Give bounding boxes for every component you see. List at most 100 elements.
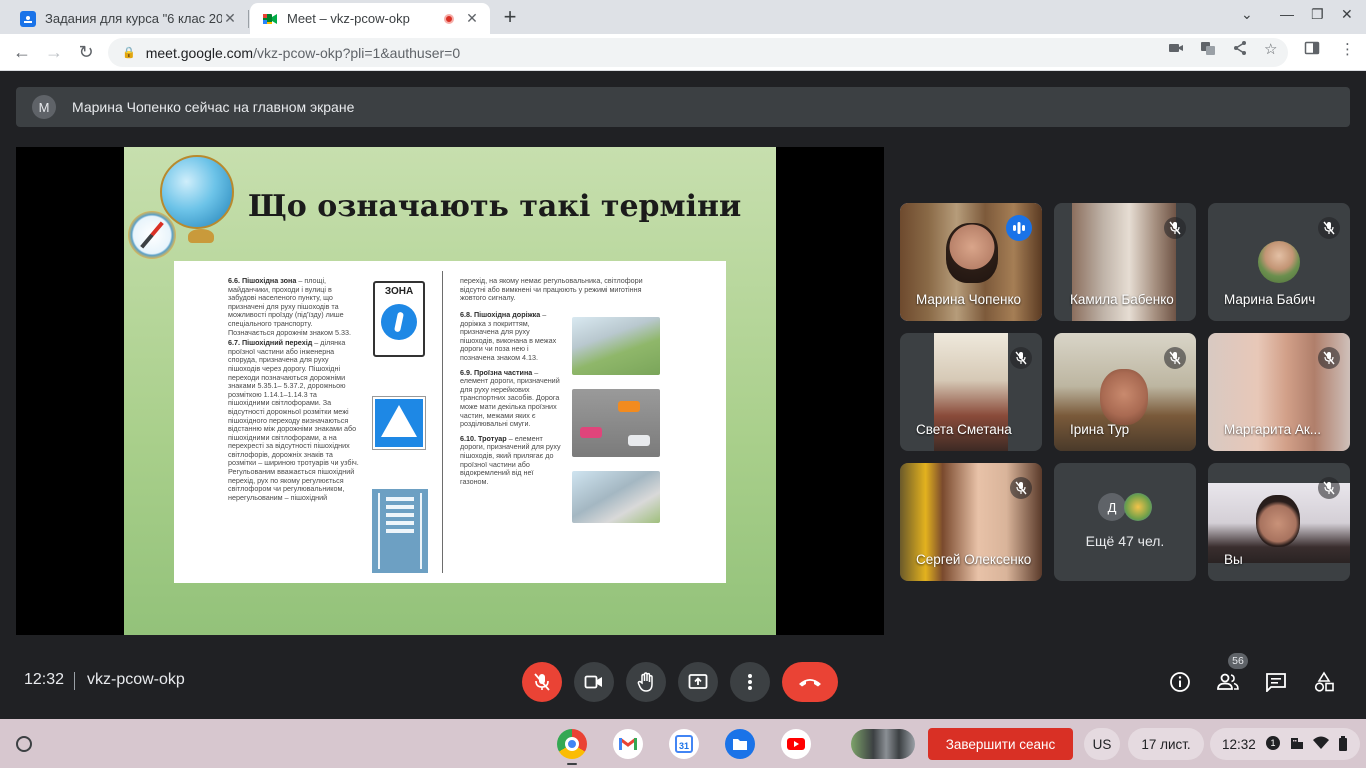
definition-text: – площі, майданчики, проходи і вулиці в … (228, 276, 351, 337)
raise-hand-button[interactable] (626, 662, 666, 702)
enterprise-icon (1290, 736, 1304, 750)
end-session-button[interactable]: Завершити сеанс (928, 728, 1073, 760)
close-tab-icon[interactable]: ✕ (464, 10, 480, 27)
more-options-button[interactable] (730, 662, 770, 702)
lock-icon[interactable]: 🔒 (122, 46, 136, 59)
participant-tile[interactable]: Марина Чопенко (900, 203, 1042, 321)
tab-search-icon[interactable]: ⌄ (1241, 6, 1253, 23)
definition: 6.10. Тротуар – елемент дороги, призначе… (460, 434, 562, 487)
sign-label: ЗОНА (384, 286, 414, 297)
wifi-icon (1313, 736, 1329, 750)
definition-text: перехід, на якому немає регульовальника,… (460, 276, 643, 303)
right-intro: перехід, на якому немає регульовальника,… (460, 276, 668, 305)
avatar (1124, 493, 1152, 521)
bookmark-star-icon[interactable]: ☆ (1264, 40, 1277, 58)
zebra-crossing-image (372, 489, 428, 573)
keyboard-layout[interactable]: US (1084, 728, 1120, 760)
restore-icon[interactable]: ❐ (1311, 6, 1324, 23)
participant-tile[interactable]: Света Сметана (900, 333, 1042, 451)
slide: Що означають такі терміни 6.6. Пішохідна… (124, 147, 776, 635)
participant-tile[interactable]: Вы (1208, 463, 1350, 581)
textbook-page: 6.6. Пішохідна зона – площі, майданчики,… (174, 261, 726, 583)
definition-text: – доріжка з покриттям, призначена для ру… (460, 310, 557, 362)
mic-off-icon (534, 673, 550, 691)
calendar-icon[interactable]: 31 (669, 729, 699, 759)
definition: 6.6. Пішохідна зона – площі, майданчики,… (228, 276, 360, 337)
meeting-time: 12:32 (24, 671, 65, 688)
participant-name: Сергей Олексенко (916, 552, 1032, 567)
participant-tile[interactable]: Сергей Олексенко (900, 463, 1042, 581)
camera-icon (584, 675, 602, 689)
gmail-icon[interactable] (613, 729, 643, 759)
activities-icon (1314, 671, 1334, 692)
present-screen-button[interactable] (678, 662, 718, 702)
pedestrian-icon (381, 304, 417, 340)
participant-tile[interactable]: Марина Бабич (1208, 203, 1350, 321)
definition: 6.7. Пішохідний перехід – ділянка проїзн… (228, 338, 360, 502)
participant-face (1100, 369, 1148, 425)
leave-call-button[interactable] (782, 662, 838, 702)
files-icon[interactable] (725, 729, 755, 759)
crossing-triangle (381, 405, 417, 437)
svg-text:31: 31 (679, 741, 689, 751)
address-bar[interactable]: 🔒 meet.google.com /vkz-pcow-okp?pli=1&au… (108, 38, 1288, 67)
definition-text: – елемент дороги, призначений для руху н… (460, 367, 560, 429)
translate-icon[interactable] (1200, 40, 1216, 60)
pedestrian-crossing-sign (372, 396, 426, 450)
tab-classroom[interactable]: Задания для курса "6 клас 202 ✕ (8, 3, 248, 34)
minimize-icon[interactable]: — (1280, 6, 1294, 22)
meeting-details-button[interactable] (1165, 667, 1195, 697)
active-app-indicator (567, 763, 577, 765)
definition-text: – ділянка проїзної частини або інженерна… (228, 338, 359, 502)
slide-title: Що означають такі терміни (248, 189, 742, 224)
url-path: /vkz-pcow-okp?pli=1&authuser=0 (253, 44, 461, 61)
open-windows-stack[interactable] (851, 729, 915, 759)
chat-button[interactable] (1261, 667, 1291, 697)
date-display[interactable]: 17 лист. (1128, 728, 1204, 760)
youtube-icon[interactable] (781, 729, 811, 759)
muted-mic-icon (1010, 347, 1032, 369)
footpath-illustration (572, 317, 660, 375)
more-participants-tile[interactable]: Д Ещё 47 чел. (1054, 463, 1196, 581)
back-icon[interactable]: ← (10, 40, 34, 64)
participant-count-badge: 56 (1228, 653, 1248, 669)
tab-title: Meet – vkz-pcow-okp (287, 11, 410, 26)
presentation-view[interactable]: Що означають такі терміни 6.6. Пішохідна… (16, 147, 884, 635)
forward-icon[interactable]: → (42, 40, 66, 64)
muted-mic-icon (1164, 347, 1186, 369)
avatar: M (32, 95, 56, 119)
participant-name: Маргарита Ак... (1224, 422, 1322, 437)
tab-meet[interactable]: Meet – vkz-pcow-okp ✕ (250, 3, 490, 34)
camera-in-use-icon[interactable] (1168, 40, 1184, 60)
camera-toggle-button[interactable] (574, 662, 614, 702)
chrome-icon[interactable] (557, 729, 587, 759)
share-icon[interactable] (1232, 40, 1248, 60)
menu-icon[interactable]: ⋮ (1340, 40, 1355, 58)
launcher-button[interactable] (16, 736, 32, 752)
reload-icon[interactable]: ↻ (74, 40, 98, 64)
avatar: Д (1098, 493, 1126, 521)
participant-tile[interactable]: Камила Бабенко (1054, 203, 1196, 321)
browser-toolbar: ← → ↻ 🔒 meet.google.com /vkz-pcow-okp?pl… (0, 34, 1366, 71)
side-panel-icon[interactable] (1304, 40, 1320, 60)
more-avatars: Д (1098, 493, 1152, 521)
participant-name: Марина Бабич (1224, 292, 1316, 307)
microphone-toggle-button[interactable] (522, 662, 562, 702)
speaking-indicator-icon (1006, 215, 1032, 241)
close-window-icon[interactable]: ✕ (1341, 6, 1353, 23)
participant-tile[interactable]: Маргарита Ак... (1208, 333, 1350, 451)
pedestrian-zone-sign: ЗОНА (373, 281, 425, 357)
close-tab-icon[interactable]: ✕ (222, 10, 238, 27)
muted-mic-icon (1318, 217, 1340, 239)
google-meet-icon (262, 11, 278, 27)
muted-mic-icon (1164, 217, 1186, 239)
activities-button[interactable] (1309, 667, 1339, 697)
notification-count-icon: 1 (1266, 736, 1280, 750)
people-button[interactable] (1213, 667, 1243, 697)
participant-tile[interactable]: Ірина Тур (1054, 333, 1196, 451)
right-column: 6.8. Пішохідна доріжка – доріжка з покри… (460, 310, 562, 488)
banner-text: Марина Чопенко сейчас на главном экране (72, 99, 355, 115)
new-tab-button[interactable]: + (498, 4, 522, 30)
muted-mic-icon (1010, 477, 1032, 499)
roadway-illustration (572, 389, 660, 457)
